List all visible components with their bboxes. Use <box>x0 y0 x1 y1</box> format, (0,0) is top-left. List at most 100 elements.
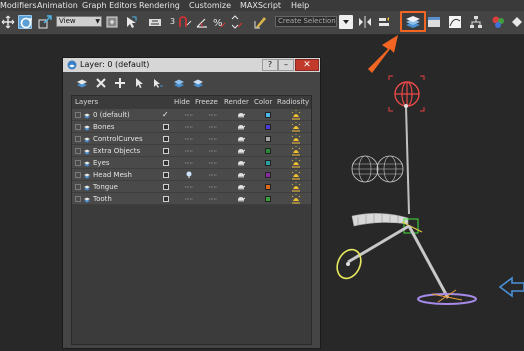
expand-toggle[interactable] <box>75 184 81 190</box>
active-layer-check-icon[interactable]: ✓ <box>162 110 169 119</box>
column-hide[interactable]: Hide <box>174 98 190 107</box>
radiosity-icon[interactable] <box>291 110 301 120</box>
layer-row[interactable]: Head Mesh <box>72 169 311 181</box>
freeze-all-icon[interactable] <box>192 77 204 89</box>
menu-maxscript[interactable]: MAXScript <box>240 1 281 10</box>
layer-color-swatch[interactable] <box>265 184 271 190</box>
highlight-selected-icon[interactable] <box>152 77 164 89</box>
layer-name[interactable]: ControlCurves <box>93 135 143 144</box>
material-editor-icon[interactable] <box>491 15 505 29</box>
layer-row[interactable]: Bones <box>72 121 311 133</box>
column-freeze[interactable]: Freeze <box>195 98 218 107</box>
ribbon-toggle-icon[interactable] <box>427 15 441 29</box>
current-layer-checkbox[interactable] <box>163 196 169 202</box>
column-layers[interactable]: Layers <box>75 98 98 107</box>
column-render[interactable]: Render <box>224 98 249 107</box>
layer-name[interactable]: Eyes <box>93 159 110 168</box>
layer-row[interactable]: ControlCurves <box>72 133 311 145</box>
render-teapot-icon[interactable] <box>237 123 245 131</box>
hide-toggle[interactable] <box>184 135 194 143</box>
layer-row[interactable]: Tongue <box>72 181 311 193</box>
current-layer-checkbox[interactable] <box>163 124 169 130</box>
freeze-toggle[interactable] <box>209 126 217 128</box>
menu-help[interactable]: Help <box>291 1 309 10</box>
menu-modifiers[interactable]: Modifiers <box>0 1 37 10</box>
help-button[interactable]: ? <box>262 59 278 71</box>
expand-toggle[interactable] <box>75 172 81 178</box>
scale-icon[interactable] <box>38 15 52 29</box>
snap-toggle-label[interactable]: 3 <box>170 15 178 29</box>
column-radiosity[interactable]: Radiosity <box>277 98 309 107</box>
add-selected-icon[interactable] <box>114 77 126 89</box>
layer-row[interactable]: Tooth <box>72 193 311 205</box>
layer-name[interactable]: Tongue <box>93 183 118 192</box>
freeze-toggle[interactable] <box>209 174 217 176</box>
keyboard-shortcut-icon[interactable] <box>148 15 162 29</box>
mirror-icon[interactable] <box>358 15 372 29</box>
radiosity-icon[interactable] <box>291 158 301 168</box>
layer-row[interactable]: Eyes <box>72 157 311 169</box>
render-teapot-icon[interactable] <box>237 159 245 167</box>
foot-control-gizmo[interactable] <box>417 289 477 305</box>
layer-name[interactable]: Head Mesh <box>93 171 132 180</box>
schematic-view-icon[interactable] <box>469 15 483 29</box>
render-teapot-icon[interactable] <box>237 171 245 179</box>
current-layer-checkbox[interactable] <box>163 160 169 166</box>
freeze-toggle[interactable] <box>209 114 217 116</box>
render-teapot-icon[interactable] <box>237 183 245 191</box>
expand-toggle[interactable] <box>75 136 81 142</box>
current-layer-checkbox[interactable] <box>163 184 169 190</box>
freeze-toggle[interactable] <box>209 138 217 140</box>
close-button[interactable]: ✕ <box>295 59 319 71</box>
rotate-icon[interactable] <box>18 15 32 29</box>
menu-rendering[interactable]: Rendering <box>139 1 180 10</box>
render-teapot-icon[interactable] <box>237 147 245 155</box>
hide-toggle[interactable] <box>184 123 194 131</box>
select-highlighted-icon[interactable] <box>133 77 145 89</box>
hide-toggle[interactable] <box>184 159 194 167</box>
radiosity-icon[interactable] <box>291 194 301 204</box>
angle-snap-icon[interactable] <box>195 15 209 29</box>
spinner-snap-icon[interactable] <box>229 15 243 29</box>
render-teapot-icon[interactable] <box>237 195 245 203</box>
radiosity-icon[interactable] <box>291 134 301 144</box>
menu-customize[interactable]: Customize <box>189 1 231 10</box>
layer-color-swatch[interactable] <box>265 136 271 142</box>
freeze-toggle[interactable] <box>209 150 217 152</box>
align-icon[interactable] <box>377 15 391 29</box>
current-layer-checkbox[interactable] <box>163 136 169 142</box>
freeze-toggle[interactable] <box>209 186 217 188</box>
minimize-button[interactable]: – <box>278 59 294 71</box>
menu-animation[interactable]: Animation <box>37 1 78 10</box>
named-selection-sets-dropdown[interactable]: Create Selection Se <box>275 16 337 27</box>
layer-name[interactable]: 0 (default) <box>93 111 130 120</box>
layer-color-swatch[interactable] <box>265 148 271 154</box>
layer-color-swatch[interactable] <box>265 124 271 130</box>
lightbulb-icon[interactable] <box>184 171 194 179</box>
layer-color-swatch[interactable] <box>265 160 271 166</box>
hide-toggle[interactable] <box>184 111 194 119</box>
move-icon[interactable] <box>1 15 15 29</box>
manage-layers-button[interactable] <box>400 11 426 32</box>
menu-graph-editors[interactable]: Graph Editors <box>82 1 137 10</box>
expand-toggle[interactable] <box>75 148 81 154</box>
create-layer-icon[interactable] <box>76 77 88 89</box>
freeze-toggle[interactable] <box>209 198 217 200</box>
render-setup-icon[interactable] <box>511 15 524 29</box>
radiosity-icon[interactable] <box>291 122 301 132</box>
pivot-center-icon[interactable] <box>105 15 119 29</box>
expand-toggle[interactable] <box>75 124 81 130</box>
layer-color-swatch[interactable] <box>265 112 271 118</box>
dialog-title-bar[interactable]: Layer: 0 (default) ? – ✕ <box>63 58 320 72</box>
layer-color-swatch[interactable] <box>265 196 271 202</box>
freeze-toggle[interactable] <box>209 162 217 164</box>
hide-toggle[interactable] <box>184 147 194 155</box>
expand-toggle[interactable] <box>75 112 81 118</box>
teeth-mesh[interactable] <box>351 213 409 227</box>
expand-toggle[interactable] <box>75 160 81 166</box>
layer-color-swatch[interactable] <box>265 172 271 178</box>
hide-toggle[interactable] <box>184 183 194 191</box>
dropdown-toggle-icon[interactable] <box>339 15 353 29</box>
render-teapot-icon[interactable] <box>237 135 245 143</box>
radiosity-icon[interactable] <box>291 182 301 192</box>
